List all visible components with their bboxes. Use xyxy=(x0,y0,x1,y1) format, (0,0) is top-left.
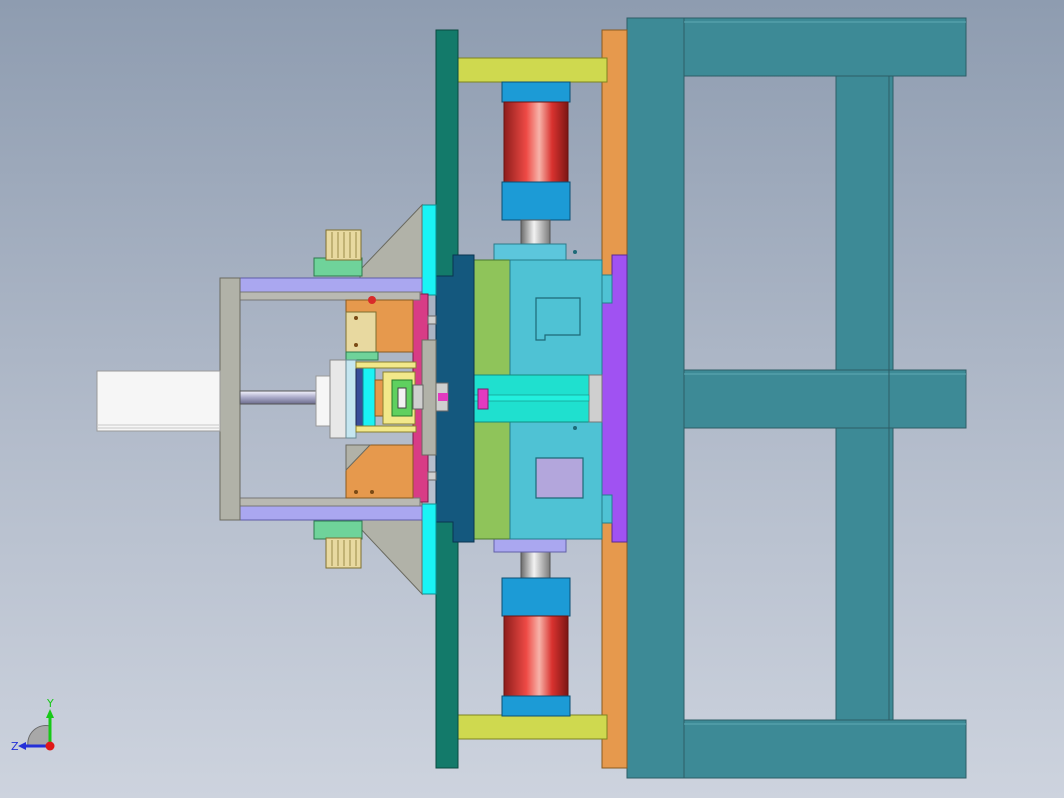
top-adjust-knob[interactable] xyxy=(313,229,363,277)
top-guide-rail[interactable] xyxy=(239,277,423,293)
x-axis-dot xyxy=(45,741,55,751)
z-axis-label: Z xyxy=(11,740,19,753)
axis-triad: Y Z xyxy=(11,698,55,753)
push-rod[interactable] xyxy=(239,390,321,405)
bottom-clamp-bar[interactable] xyxy=(451,714,608,740)
bottom-guide-rail[interactable] xyxy=(239,505,423,521)
bottom-adjust-knob[interactable] xyxy=(313,520,363,569)
y-axis-label: Y xyxy=(46,698,54,710)
support-frame[interactable] xyxy=(626,17,967,779)
left-end-plate[interactable] xyxy=(219,277,241,521)
mold-assembly-model[interactable] xyxy=(0,0,1064,798)
top-hydraulic-cylinder[interactable] xyxy=(501,81,571,257)
mold-core-assembly[interactable] xyxy=(473,243,613,553)
bottom-hydraulic-cylinder[interactable] xyxy=(501,540,571,717)
top-clamp-bar[interactable] xyxy=(451,57,608,83)
cyan-stripe-bottom[interactable] xyxy=(421,503,437,595)
cad-viewport[interactable]: Y Z xyxy=(0,0,1064,798)
white-actuator-body[interactable] xyxy=(96,370,221,432)
cyan-stripe-top[interactable] xyxy=(421,204,437,296)
